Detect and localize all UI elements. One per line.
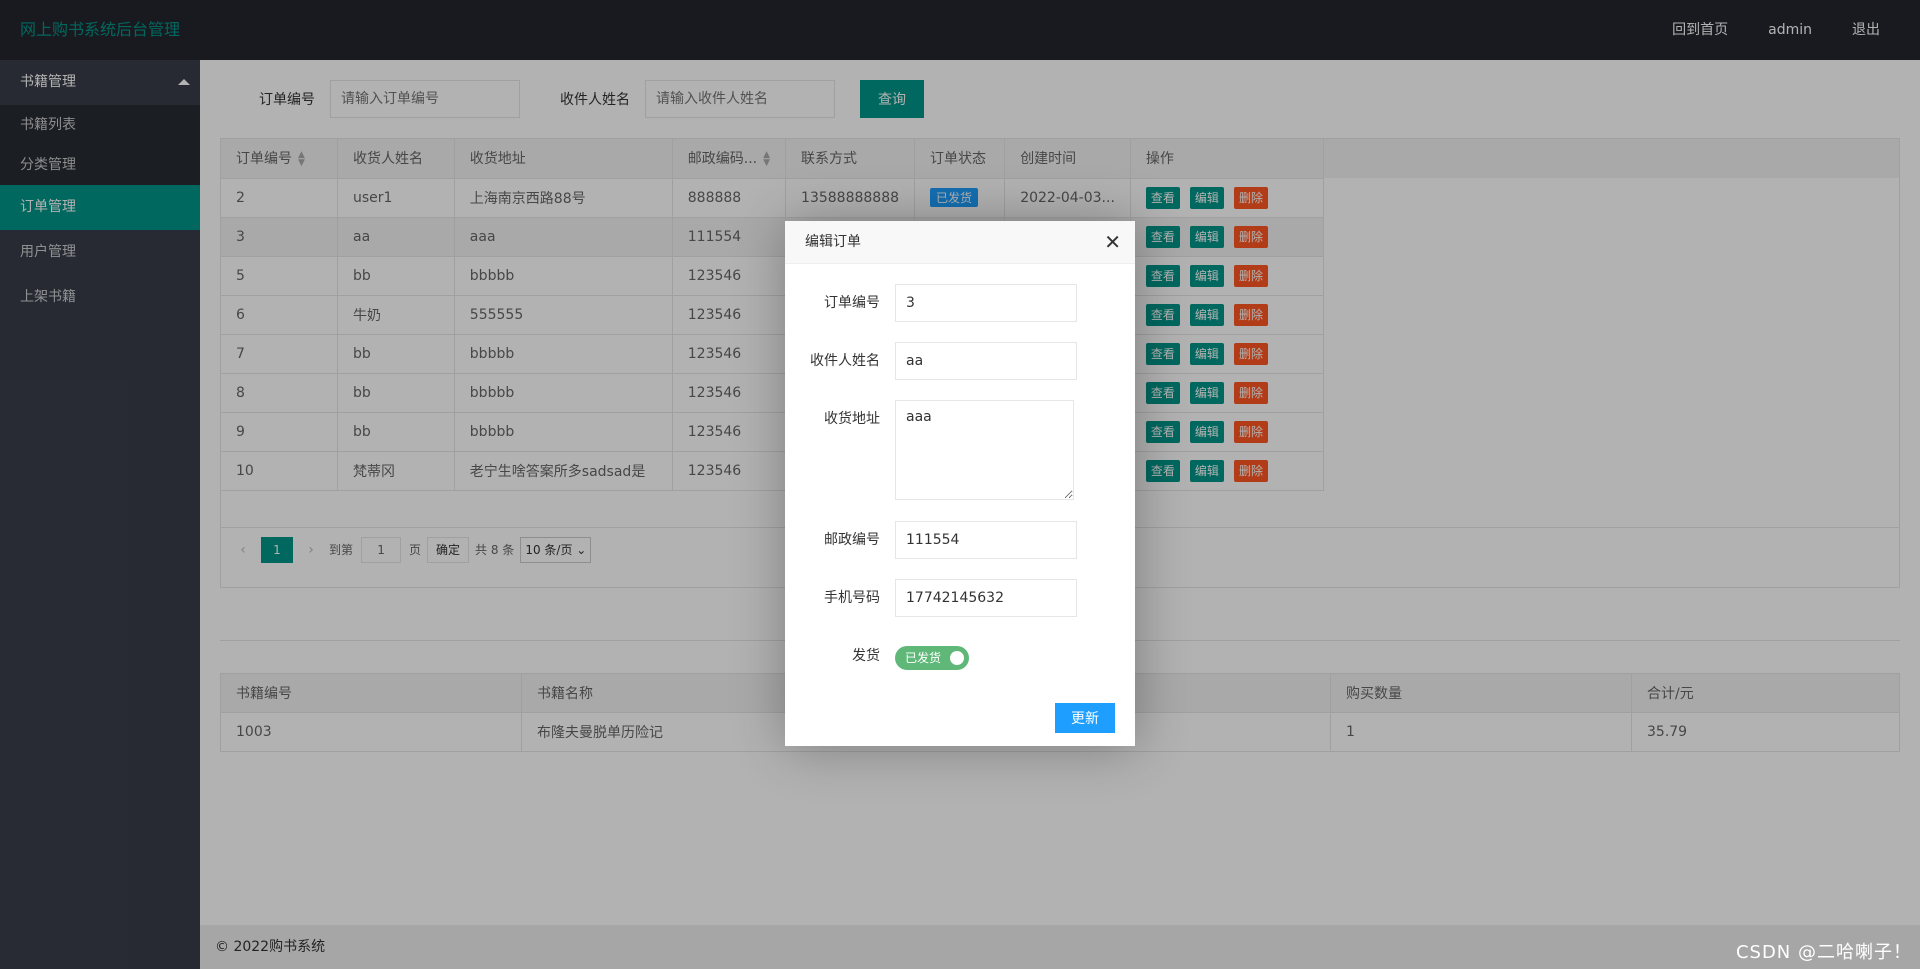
form-row-zip: 邮政编号	[785, 521, 1135, 559]
address-label: 收货地址	[824, 411, 880, 427]
order-id-label: 订单编号	[824, 295, 880, 311]
zip-field[interactable]	[895, 521, 1077, 559]
shipped-toggle[interactable]: 已发货	[895, 646, 969, 670]
receiver-name-field[interactable]	[895, 342, 1077, 380]
form-row-order-id: 订单编号	[785, 284, 1135, 322]
phone-label: 手机号码	[824, 590, 880, 606]
form-row-receiver: 收件人姓名	[785, 342, 1135, 380]
address-field[interactable]: aaa	[895, 400, 1074, 500]
dialog-title: 编辑订单	[805, 234, 861, 250]
update-button[interactable]: 更新	[1055, 703, 1115, 733]
toggle-text: 已发货	[905, 651, 942, 665]
toggle-knob	[950, 651, 964, 665]
receiver-name-label: 收件人姓名	[810, 353, 880, 369]
form-row-shipping: 发货 已发货	[785, 637, 1135, 675]
watermark: CSDN @二哈喇子！	[1735, 942, 1912, 963]
form-row-address: 收货地址 aaa	[785, 400, 1135, 500]
edit-order-dialog: 编辑订单 ✕ 订单编号 收件人姓名 收货地址 aaa 邮政编号 手机号码 发货 …	[785, 221, 1135, 746]
order-id-field[interactable]	[895, 284, 1077, 322]
form-row-phone: 手机号码	[785, 579, 1135, 617]
zip-label: 邮政编号	[824, 532, 880, 548]
phone-field[interactable]	[895, 579, 1077, 617]
shipping-label: 发货	[852, 648, 880, 664]
dialog-header: 编辑订单 ✕	[785, 221, 1135, 264]
close-icon[interactable]: ✕	[1104, 221, 1121, 264]
